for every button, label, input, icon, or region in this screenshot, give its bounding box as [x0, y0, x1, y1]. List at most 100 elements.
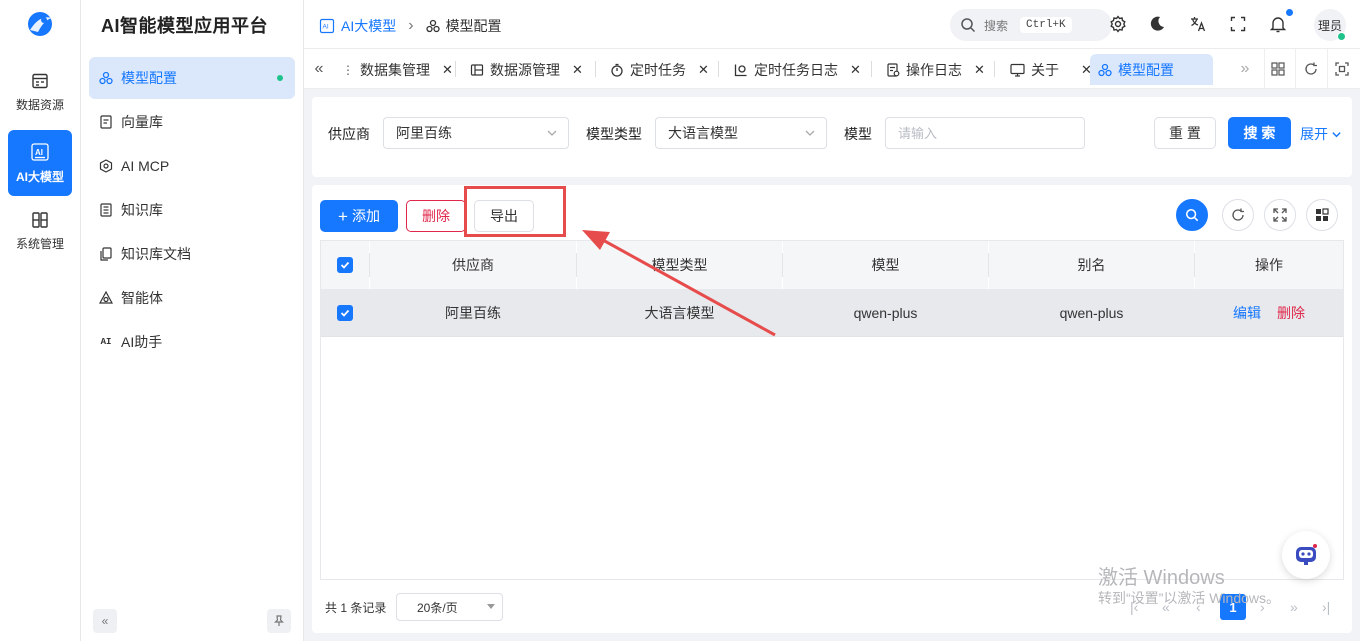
menu-item-model-config[interactable]: 模型配置	[89, 57, 295, 99]
column-header-supplier[interactable]: 供应商	[370, 241, 576, 289]
search-button[interactable]: 搜 索	[1228, 117, 1291, 149]
tabs-divider	[1327, 49, 1328, 89]
cell-model: qwen-plus	[853, 305, 918, 321]
chevron-down-icon	[804, 127, 816, 139]
hexagon-icon	[99, 159, 113, 173]
tab-label: 数据集管理	[360, 61, 430, 78]
tab-model-config[interactable]: 模型配置	[1090, 54, 1213, 85]
database-source-icon	[470, 63, 484, 77]
column-header-alias[interactable]: 别名	[989, 241, 1194, 289]
tab-close-icon[interactable]: ✕	[850, 62, 861, 78]
cell-supplier: 阿里百练	[445, 305, 501, 321]
settings-gear-icon[interactable]	[1108, 14, 1128, 34]
pin-sidebar-button[interactable]	[267, 609, 291, 633]
rail-item-data-resources[interactable]: 数据资源	[8, 59, 72, 125]
menu-item-vector-db[interactable]: 向量库	[89, 101, 295, 143]
collapse-sidebar-button[interactable]: «	[93, 609, 117, 633]
refresh-icon	[1231, 208, 1245, 222]
breadcrumb-separator: ›	[408, 17, 414, 34]
log-file-icon	[886, 62, 900, 77]
menu-item-agent[interactable]: 智能体	[89, 277, 295, 319]
delete-link[interactable]: 删除	[1277, 303, 1305, 323]
global-search-button[interactable]: 搜索 Ctrl+K	[950, 9, 1112, 41]
notification-dot	[1286, 9, 1293, 16]
tabs-divider	[1264, 49, 1265, 89]
menu-item-label: 知识库	[121, 202, 163, 218]
expand-filters-link[interactable]: 展开	[1300, 124, 1342, 144]
reset-button[interactable]: 重 置	[1154, 117, 1216, 149]
ai-assistant-float-button[interactable]	[1282, 531, 1330, 579]
column-header-model[interactable]: 模型	[783, 241, 988, 289]
plus-icon: +	[338, 206, 348, 226]
tabs-scroll-right-button[interactable]: »	[1236, 60, 1254, 78]
menu-item-label: AI MCP	[121, 158, 170, 174]
breadcrumb-root[interactable]: AI大模型	[341, 16, 396, 36]
tabs-scroll-left-button[interactable]: «	[310, 60, 328, 78]
last-page-icon[interactable]: ›|	[1322, 599, 1330, 615]
tab-scheduled-task-logs[interactable]: 定时任务日志 ✕	[726, 54, 861, 85]
fullscreen-icon[interactable]	[1228, 14, 1248, 34]
tabs-grid-menu-icon[interactable]	[1269, 60, 1287, 78]
fullscreen-table-button[interactable]	[1264, 199, 1296, 231]
tab-close-icon[interactable]: ✕	[698, 62, 709, 78]
page-size-value: 20条/页	[417, 600, 458, 615]
expand-label: 展开	[1300, 126, 1328, 142]
database-icon	[31, 72, 49, 90]
table-row[interactable]: 阿里百练 大语言模型 qwen-plus qwen-plus 编辑 删除	[321, 289, 1343, 337]
tabs-maximize-icon[interactable]	[1333, 60, 1351, 78]
double-chevron-left-icon: «	[101, 614, 109, 628]
tab-about[interactable]: 关于 ✕	[1002, 54, 1092, 85]
tab-scheduled-tasks[interactable]: 定时任务 ✕	[602, 54, 709, 85]
menu-item-kb-docs[interactable]: 知识库文档	[89, 233, 295, 275]
toggle-search-button[interactable]	[1176, 199, 1208, 231]
rail-item-ai-models[interactable]: AI AI大模型	[8, 130, 72, 196]
notification-bell-icon[interactable]	[1268, 14, 1288, 34]
cell-actions: 编辑 删除	[1195, 289, 1343, 337]
column-settings-button[interactable]	[1306, 199, 1338, 231]
model-input[interactable]	[885, 117, 1085, 149]
search-shortcut: Ctrl+K	[1020, 17, 1072, 33]
sub-menu: AI智能模型应用平台 模型配置 向量库 AI MCP 知识库 知识库文档 智能体…	[81, 0, 304, 641]
page-size-select[interactable]: 20条/页	[396, 593, 503, 621]
app-logo-icon[interactable]	[24, 8, 56, 40]
breadcrumb: AI AI大模型 › 模型配置	[319, 16, 502, 36]
model-type-select[interactable]: 大语言模型	[655, 117, 827, 149]
tab-label: 操作日志	[906, 61, 962, 78]
list-icon: ⋮	[342, 62, 354, 77]
edit-link[interactable]: 编辑	[1233, 303, 1261, 323]
windows-activation-watermark-hint: 转到“设置”以激活 Windows。	[1098, 590, 1281, 606]
rail-item-label: AI大模型	[15, 169, 64, 184]
agent-icon	[99, 291, 113, 305]
dark-mode-moon-icon[interactable]	[1147, 14, 1167, 34]
add-button[interactable]: + 添加	[320, 200, 398, 232]
tab-label: 数据源管理	[490, 61, 560, 78]
translate-icon[interactable]	[1188, 14, 1208, 34]
tab-dataset-management[interactable]: ⋮ 数据集管理 ✕	[334, 54, 453, 85]
supplier-select[interactable]: 阿里百练	[383, 117, 569, 149]
rail-item-system[interactable]: 系统管理	[8, 198, 72, 264]
menu-item-label: 智能体	[121, 290, 163, 306]
double-chevron-right-icon: »	[1240, 60, 1250, 77]
columns-grid-icon	[1315, 208, 1329, 222]
tab-datasource-management[interactable]: 数据源管理 ✕	[462, 54, 583, 85]
tab-close-icon[interactable]: ✕	[442, 62, 453, 78]
tabs-refresh-icon[interactable]	[1302, 60, 1320, 78]
tab-close-icon[interactable]: ✕	[974, 62, 985, 78]
pin-icon	[273, 615, 285, 627]
menu-item-knowledge-base[interactable]: 知识库	[89, 189, 295, 231]
data-table: 供应商 模型类型 模型 别名 操作 阿里百练 大语言模型 qwen-plus q…	[320, 240, 1344, 580]
model-type-value: 大语言模型	[668, 125, 738, 141]
menu-item-ai-mcp[interactable]: AI MCP	[89, 145, 295, 187]
delete-button[interactable]: 删除	[406, 200, 466, 232]
menu-item-ai-assistant[interactable]: AI AI助手	[89, 321, 295, 363]
tab-divider	[595, 61, 596, 77]
row-checkbox[interactable]	[337, 305, 353, 321]
tab-close-icon[interactable]: ✕	[572, 62, 583, 78]
menu-item-label: 知识库文档	[121, 246, 191, 262]
chevron-down-icon	[546, 127, 558, 139]
select-all-checkbox[interactable]	[337, 257, 353, 273]
tab-operation-logs[interactable]: 操作日志 ✕	[878, 54, 985, 85]
refresh-button[interactable]	[1222, 199, 1254, 231]
next-group-icon[interactable]: »	[1290, 599, 1298, 615]
filter-card: 供应商 阿里百练 模型类型 大语言模型 模型 重 置 搜 索 展开	[312, 97, 1352, 177]
